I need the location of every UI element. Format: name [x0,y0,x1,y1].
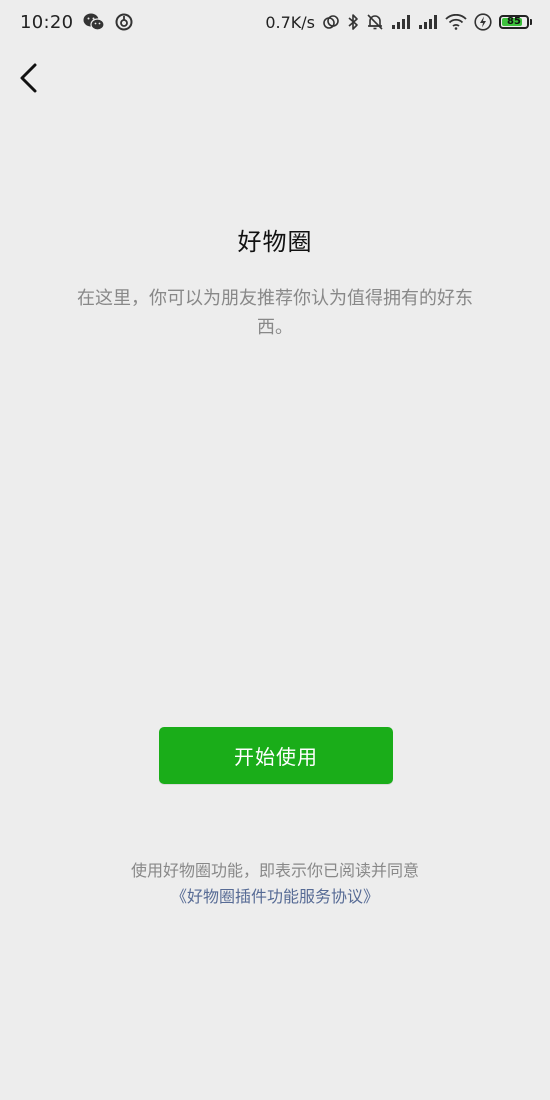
netease-music-icon [115,13,133,31]
status-time: 10:20 [20,11,74,33]
agreement-text: 使用好物圈功能，即表示你已阅读并同意 [130,861,419,880]
page-description: 在这里，你可以为朋友推荐你认为值得拥有的好东西。 [77,288,473,338]
signal-icon [418,14,438,30]
hotspot-icon [322,13,340,31]
page-title: 好物圈 [237,228,313,256]
network-speed: 0.7K/s [265,12,315,32]
charging-icon [474,13,492,31]
service-agreement-link[interactable]: 《好物圈插件功能服务协议》 [0,884,550,910]
chevron-left-icon [17,62,39,94]
battery-tip [530,19,532,25]
battery-body: 85 [499,15,529,29]
mute-bell-icon [366,13,384,31]
battery-level: 85 [507,16,521,27]
battery-icon: 85 [499,15,532,29]
agreement-notice: 使用好物圈功能，即表示你已阅读并同意 《好物圈插件功能服务协议》 [0,858,550,910]
wifi-icon [445,14,467,30]
status-bar-right: 0.7K/s 85 [265,13,532,32]
bluetooth-icon [347,13,359,31]
status-bar-left: 10:20 [20,12,133,33]
start-using-button[interactable]: 开始使用 [159,727,393,784]
back-button[interactable] [10,60,46,96]
status-bar: 10:20 0.7K/s 85 [0,0,550,44]
signal-icon [391,14,411,30]
wechat-icon [83,12,105,32]
